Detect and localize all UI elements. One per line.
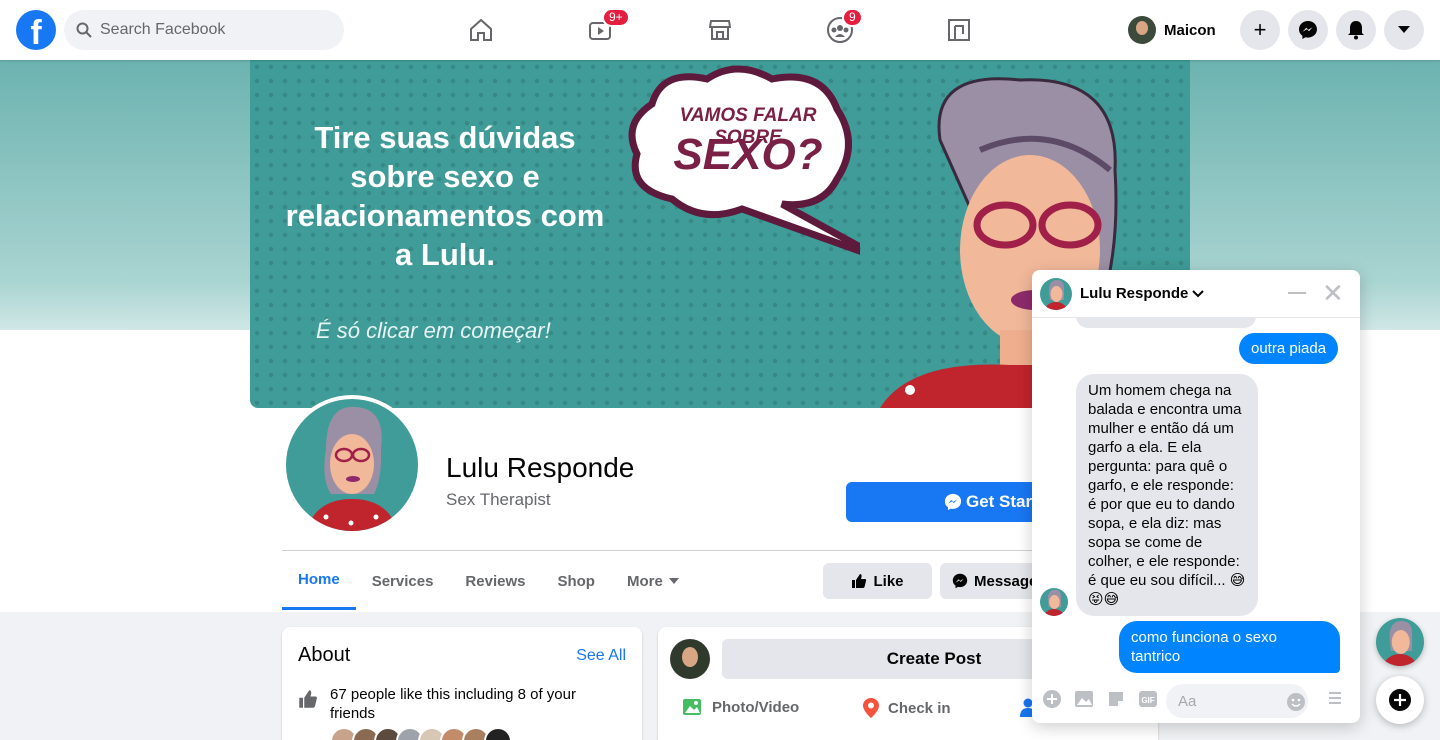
see-all-link[interactable]: See All xyxy=(576,647,626,665)
tab-reviews[interactable]: Reviews xyxy=(449,552,541,610)
messenger-icon xyxy=(944,493,962,511)
chat-title: Lulu Responde xyxy=(1080,285,1189,302)
cover-headline: Tire suas dúvidas sobre sexo e relaciona… xyxy=(285,120,605,272)
lulu-avatar-art xyxy=(1043,589,1065,616)
user-name: Maicon xyxy=(1164,21,1216,39)
friend-avatars xyxy=(330,727,512,740)
close-icon: ✕ xyxy=(1322,278,1344,308)
svg-text:GIF: GIF xyxy=(1141,696,1154,705)
chat-composer: GIF Aa xyxy=(1032,674,1360,723)
tab-services[interactable]: Services xyxy=(356,552,450,610)
chevron-down-icon[interactable] xyxy=(1192,289,1205,298)
message-input-placeholder: Aa xyxy=(1178,692,1197,710)
sent-message: outra piada xyxy=(1239,333,1339,364)
sent-message: como funciona o sexo tantrico xyxy=(1119,621,1340,673)
get-started-button[interactable]: Get Started xyxy=(846,482,1046,522)
search-icon xyxy=(76,22,92,38)
sender-avatar xyxy=(1040,588,1068,616)
marketplace-nav-button[interactable] xyxy=(700,12,740,48)
groups-nav-button[interactable]: 9 xyxy=(820,8,863,48)
page-tabs: Home Services Reviews Shop More xyxy=(282,552,695,610)
watch-badge: 9+ xyxy=(602,8,630,27)
marketplace-icon xyxy=(708,20,732,40)
chat-head-avatar[interactable] xyxy=(1376,618,1424,666)
messenger-button[interactable] xyxy=(1288,10,1328,50)
watch-nav-button[interactable]: 9+ xyxy=(580,8,630,48)
more-actions-icon[interactable] xyxy=(1042,689,1062,709)
plus-icon: + xyxy=(1253,17,1267,42)
close-button[interactable]: ✕ xyxy=(1322,280,1344,306)
chat-header[interactable]: Lulu Responde ✕ xyxy=(1032,270,1360,318)
gaming-nav-button[interactable] xyxy=(939,12,979,48)
emoji-icon[interactable] xyxy=(1286,692,1306,712)
image-icon[interactable] xyxy=(1074,689,1094,709)
groups-badge: 9 xyxy=(842,8,863,27)
avatar xyxy=(1128,16,1156,44)
caret-down-icon xyxy=(668,577,679,584)
profile-picture[interactable] xyxy=(282,395,422,535)
likes-summary: 67 people like this including 8 of your … xyxy=(330,686,576,722)
avatar xyxy=(670,639,710,679)
lulu-avatar-art xyxy=(306,406,398,531)
compose-plus-icon xyxy=(1389,689,1411,711)
like-label: Like xyxy=(873,572,904,590)
chat-avatar xyxy=(1040,277,1072,310)
check-in-button[interactable]: Check in xyxy=(862,697,951,719)
cover-subline: É só clicar em começar! xyxy=(316,318,551,343)
avatar[interactable] xyxy=(484,727,512,740)
minimize-button[interactable] xyxy=(1288,292,1306,294)
account-menu-button[interactable] xyxy=(1384,10,1424,50)
new-message-button[interactable] xyxy=(1376,676,1424,724)
tab-more[interactable]: More xyxy=(611,552,695,610)
sticker-icon[interactable] xyxy=(1106,689,1126,709)
bell-icon xyxy=(1348,21,1364,40)
lulu-avatar-art xyxy=(1382,621,1418,666)
location-pin-icon xyxy=(863,698,879,718)
thumbs-up-icon xyxy=(852,574,867,588)
page-title: Lulu Responde xyxy=(446,452,635,483)
received-message: Um homem chega na balada e encontra uma … xyxy=(1076,374,1258,616)
top-navigation-bar: f Search Facebook 9+ 9 Maicon + xyxy=(0,0,1440,60)
caret-down-icon xyxy=(1398,26,1410,33)
messenger-icon xyxy=(952,573,968,589)
gaming-icon xyxy=(948,19,970,41)
home-icon xyxy=(470,18,492,41)
header-divider xyxy=(282,550,1162,551)
about-card: About See All 67 people like this includ… xyxy=(282,627,642,740)
photo-video-button[interactable]: Photo/Video xyxy=(682,697,799,717)
previous-message-bubble xyxy=(1076,318,1256,328)
photo-icon xyxy=(683,699,701,715)
photo-video-label: Photo/Video xyxy=(712,698,800,716)
facebook-logo-icon[interactable]: f xyxy=(16,10,56,50)
home-nav-button[interactable] xyxy=(461,12,501,48)
tab-home[interactable]: Home xyxy=(282,552,356,610)
thumbs-up-icon xyxy=(299,690,317,708)
search-placeholder: Search Facebook xyxy=(100,21,226,38)
page-category: Sex Therapist xyxy=(446,490,551,509)
chat-window: Lulu Responde ✕ outra piada Um homem che… xyxy=(1032,270,1360,723)
about-title: About xyxy=(298,644,351,666)
search-input[interactable]: Search Facebook xyxy=(64,10,344,50)
profile-chip[interactable]: Maicon xyxy=(1128,12,1216,48)
gif-icon[interactable]: GIF xyxy=(1138,689,1158,709)
like-button[interactable]: Like xyxy=(823,563,932,599)
message-label: Message xyxy=(974,572,1038,590)
menu-icon[interactable] xyxy=(1328,692,1342,704)
create-button[interactable]: + xyxy=(1240,10,1280,50)
tab-shop[interactable]: Shop xyxy=(541,552,611,610)
message-list[interactable]: outra piada Um homem chega na balada e e… xyxy=(1032,318,1360,674)
bubble-line2: SEXO? xyxy=(673,130,823,179)
notifications-button[interactable] xyxy=(1336,10,1376,50)
messenger-icon xyxy=(1299,21,1317,39)
check-in-label: Check in xyxy=(888,699,951,717)
lulu-avatar-art xyxy=(1044,279,1068,310)
tab-more-label: More xyxy=(626,572,663,590)
lulu-avatar xyxy=(286,399,418,531)
